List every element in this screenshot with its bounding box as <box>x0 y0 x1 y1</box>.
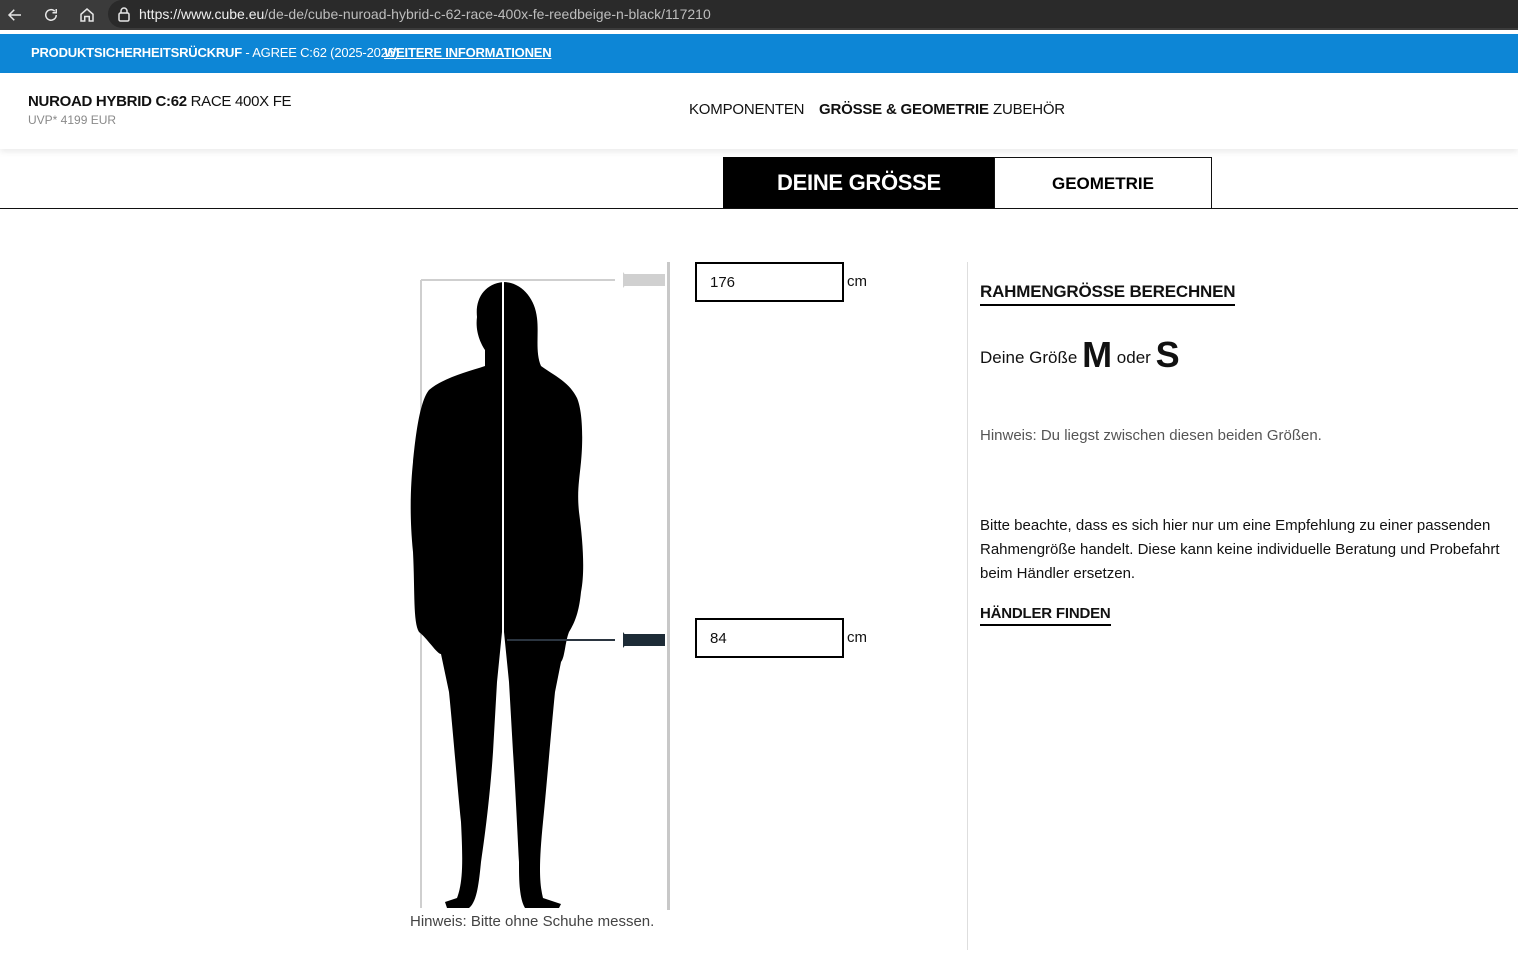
product-name-bold: NUROAD HYBRID C:62 <box>28 93 187 110</box>
body-height-input[interactable]: 176 <box>695 262 844 302</box>
url-path: /de-de/cube-nuroad-hybrid-c-62-race-400x… <box>264 6 711 22</box>
recall-more-info-link[interactable]: WEITERE INFORMATIONEN <box>384 45 552 60</box>
inseam-length-input[interactable]: 84 <box>695 618 844 658</box>
recall-detail: - AGREE C:62 (2025-2026) <box>241 45 399 60</box>
product-price: UVP* 4199 EUR <box>28 113 117 127</box>
site-info-icon[interactable] <box>116 6 132 22</box>
recall-text: PRODUKTSICHERHEITSRÜCKRUF - AGREE C:62 (… <box>31 45 399 60</box>
size-prefix: Deine Größe <box>980 348 1078 367</box>
calculate-frame-size-heading: RAHMENGRÖSSE BERECHNEN <box>980 282 1236 306</box>
browser-toolbar: https://www.cube.eu/de-de/cube-nuroad-hy… <box>0 0 1518 30</box>
recommendation-disclaimer: Bitte beachte, dass es sich hier nur um … <box>980 517 1500 582</box>
find-dealer-link[interactable]: HÄNDLER FINDEN <box>980 605 1111 626</box>
tab-your-size[interactable]: DEINE GRÖSSE <box>723 157 995 209</box>
height-unit-label: cm <box>847 273 867 290</box>
product-header: NUROAD HYBRID C:62 RACE 400X FE UVP* 419… <box>0 73 1518 149</box>
column-divider <box>967 262 968 950</box>
recall-label: PRODUKTSICHERHEITSRÜCKRUF <box>31 45 242 60</box>
url-text[interactable]: https://www.cube.eu/de-de/cube-nuroad-hy… <box>139 6 711 22</box>
back-arrow-icon[interactable] <box>4 4 26 26</box>
height-slider-track[interactable] <box>667 262 670 910</box>
size-option-secondary: S <box>1155 334 1180 375</box>
reload-icon[interactable] <box>40 4 62 26</box>
nav-accessories[interactable]: ZUBEHÖR <box>993 101 1065 118</box>
url-host: https://www.cube.eu <box>139 6 265 22</box>
measure-without-shoes-hint: Hinweis: Bitte ohne Schuhe messen. <box>410 913 655 930</box>
tab-geometry[interactable]: GEOMETRIE <box>994 157 1212 209</box>
tab-divider <box>0 208 1518 209</box>
product-title: NUROAD HYBRID C:62 RACE 400X FE <box>28 93 292 110</box>
inseam-unit-label: cm <box>847 629 867 646</box>
product-name-rest: RACE 400X FE <box>186 93 292 110</box>
size-or-label: oder <box>1116 348 1151 367</box>
between-sizes-hint: Hinweis: Du liegst zwischen diesen beide… <box>980 427 1322 444</box>
nav-size-geometry[interactable]: GRÖSSE & GEOMETRIE <box>819 101 989 118</box>
home-icon[interactable] <box>76 4 98 26</box>
recall-banner: PRODUKTSICHERHEITSRÜCKRUF - AGREE C:62 (… <box>0 34 1518 73</box>
size-recommendation: Deine Größe M oder S <box>980 334 1180 376</box>
nav-components[interactable]: KOMPONENTEN <box>689 101 805 118</box>
body-silhouette-illustration <box>410 272 665 908</box>
size-option-primary: M <box>1082 334 1113 375</box>
